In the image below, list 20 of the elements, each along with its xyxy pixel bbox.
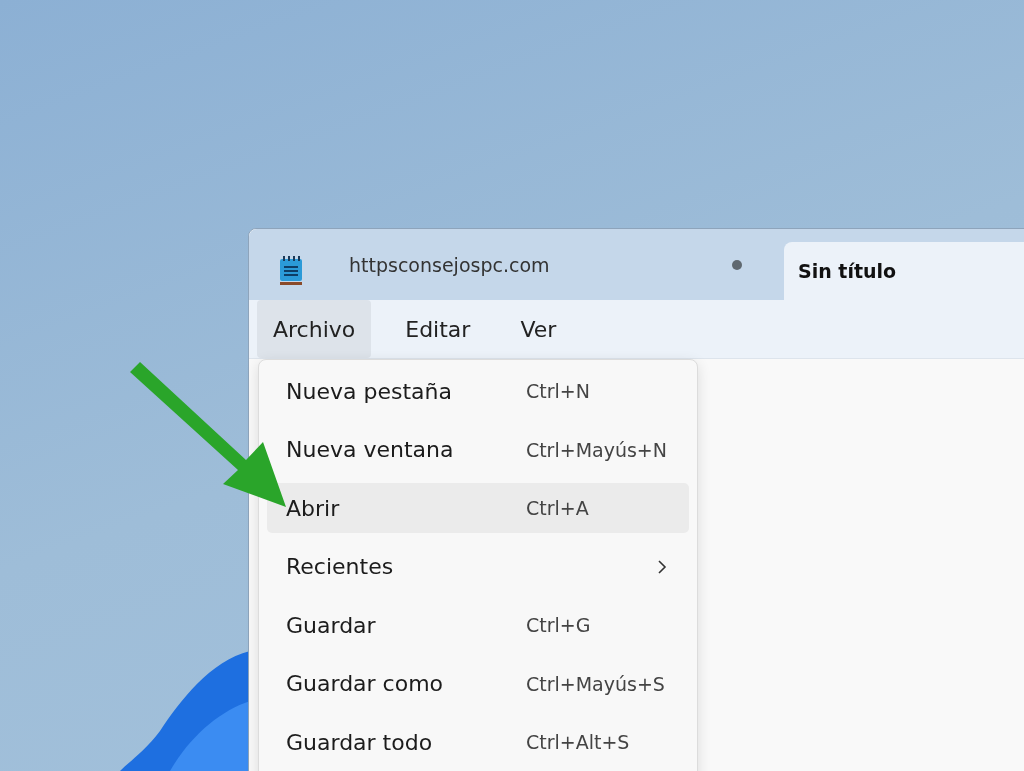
menu-bar-item[interactable]: Editar [389,300,487,358]
menu-item[interactable]: Nueva pestaña Ctrl+N [267,366,689,416]
menu-bar-item[interactable]: Archivo [257,300,372,358]
menu-item[interactable]: Guardar como Ctrl+Mayús+S [267,658,689,709]
shortcut-text: Ctrl+Mayús+S [526,672,665,695]
menu-item[interactable]: Guardar todo Ctrl+Alt+S [267,717,689,767]
shortcut-text: Ctrl+A [526,497,589,519]
shortcut-text: Ctrl+G [526,614,591,636]
menu-bar-item[interactable]: Ver [504,300,573,358]
shortcut-text: Ctrl+Alt+S [526,731,630,753]
tab[interactable]: httpsconsejospc.com [345,242,770,300]
menu-item[interactable]: Guardar Ctrl+G [267,600,689,650]
menu-item[interactable]: Nueva ventana Ctrl+Mayús+N [267,424,689,475]
shortcut-text: Ctrl+Mayús+N [525,438,667,461]
chevron-right-icon [657,558,667,575]
shortcut-text: Ctrl+N [526,380,590,402]
notepad-icon[interactable] [279,256,303,286]
tab[interactable]: Sin título [784,242,1024,300]
menu-item[interactable]: Abrir Ctrl+A [267,483,689,533]
menu-item[interactable]: Recientes [267,541,689,592]
